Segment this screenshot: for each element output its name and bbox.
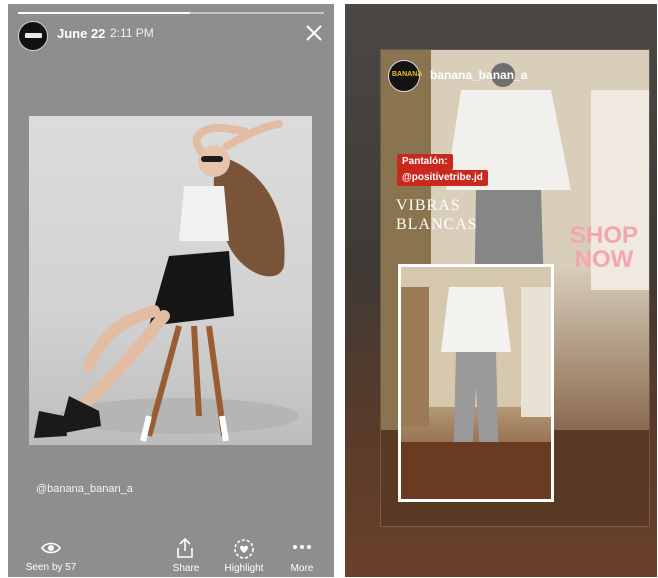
avatar[interactable]: BANANA: [388, 60, 423, 92]
highlight-label: Highlight: [224, 563, 264, 574]
highlight-button[interactable]: Highlight: [218, 536, 270, 576]
seen-by-label: Seen by 57: [25, 562, 77, 573]
share-button[interactable]: Share: [168, 536, 204, 576]
avatar-logo-text: BANANA: [392, 71, 423, 78]
shop-now-sticker[interactable]: SHOP NOW: [559, 224, 649, 272]
shop-line-1: SHOP: [569, 222, 638, 249]
product-tag-label: Pantalón:: [397, 154, 453, 170]
story-mention[interactable]: @banana_banan_a: [36, 483, 133, 495]
share-label: Share: [172, 563, 200, 574]
left-story: June 22 2:11 PM @banana_banan_a Seen by …: [8, 4, 334, 577]
vibras-line-2: BLANCAS: [396, 216, 478, 233]
story-progress-bar: [18, 12, 324, 14]
more-icon: [293, 545, 311, 549]
right-story: BANANA banana_banan_a Pantalón: @positiv…: [345, 4, 657, 577]
seen-by-button[interactable]: Seen by 57: [24, 538, 76, 576]
highlight-icon: [234, 539, 254, 559]
story-photo: [29, 116, 312, 445]
inset-mannequin-illustration: [401, 267, 551, 499]
share-icon: [177, 538, 193, 558]
shop-line-2: NOW: [574, 246, 634, 273]
story-username[interactable]: banana_banan_a: [430, 68, 527, 82]
model-illustration: [34, 120, 299, 442]
inset-photo: [398, 264, 554, 502]
story-time: 2:11 PM: [110, 26, 154, 40]
story-date: June 22: [57, 26, 106, 41]
story-progress-fill: [18, 12, 190, 14]
more-button[interactable]: More: [282, 536, 322, 576]
close-icon[interactable]: [305, 24, 323, 42]
vibras-line-1: VIBRAS: [396, 197, 461, 214]
vibras-text: VIBRAS BLANCAS: [396, 196, 478, 234]
avatar[interactable]: [18, 21, 48, 51]
eye-icon: [41, 542, 61, 554]
product-tag-mention[interactable]: @positivetribe.jd: [397, 170, 488, 186]
avatar-logo-mark: [25, 33, 42, 38]
more-label: More: [290, 563, 314, 574]
